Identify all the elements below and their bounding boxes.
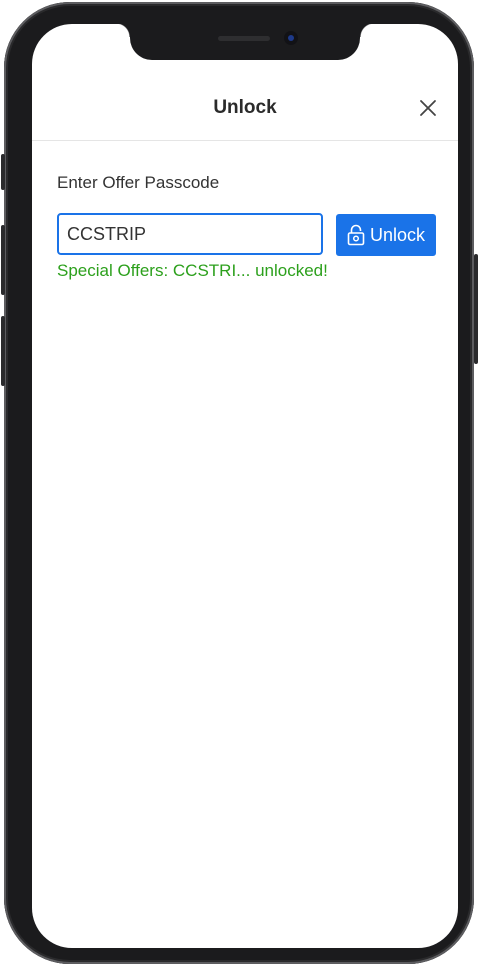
page: Unlock Enter Offer Passcode Unlock Speci…	[0, 0, 480, 967]
screen: Unlock Enter Offer Passcode Unlock Speci…	[32, 24, 458, 948]
close-icon	[420, 100, 436, 116]
mute-switch	[1, 154, 5, 190]
passcode-label: Enter Offer Passcode	[57, 173, 220, 192]
status-message: Special Offers: CCSTRI... unlocked!	[57, 261, 328, 280]
notch	[116, 23, 374, 60]
volume-down-button	[1, 316, 5, 386]
modal-title: Unlock	[213, 97, 277, 118]
unlock-button[interactable]: Unlock	[336, 214, 436, 256]
speaker-grille	[218, 36, 270, 41]
volume-up-button	[1, 225, 5, 295]
close-button[interactable]	[418, 98, 438, 118]
phone-frame: Unlock Enter Offer Passcode Unlock Speci…	[1, 2, 478, 964]
unlock-button-label: Unlock	[369, 224, 426, 245]
front-camera	[284, 31, 298, 45]
power-button	[474, 254, 478, 364]
passcode-input[interactable]	[57, 213, 323, 255]
lock-icon	[347, 224, 365, 246]
